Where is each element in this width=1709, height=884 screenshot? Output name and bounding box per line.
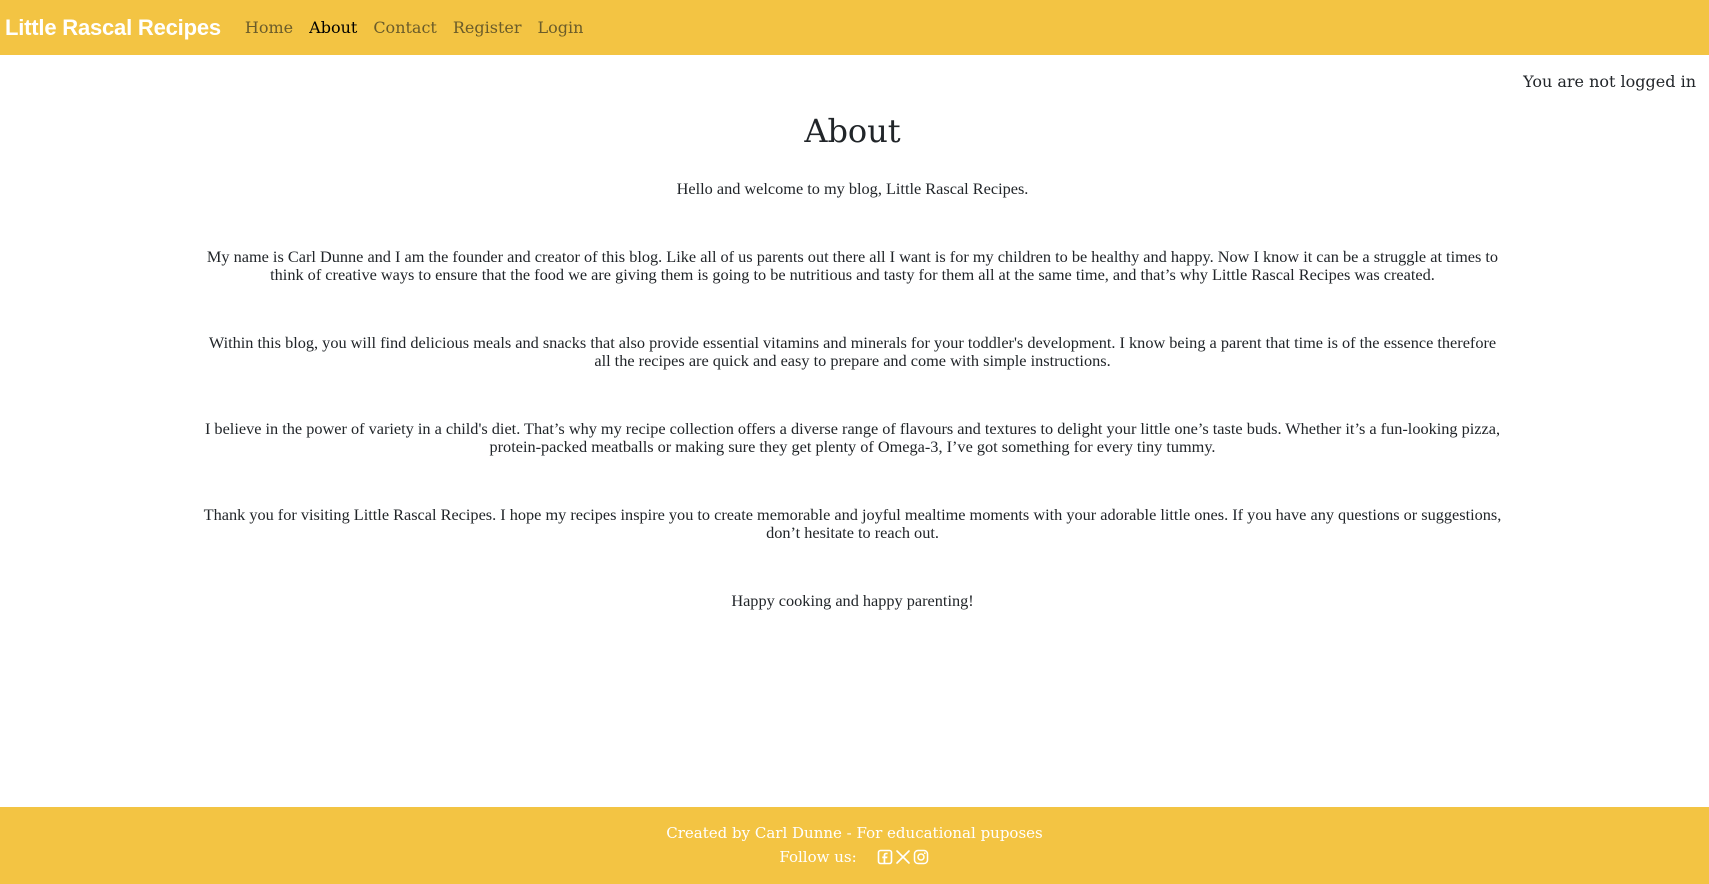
about-paragraph-blog-contents: Within this blog, you will find deliciou… xyxy=(208,333,1497,370)
login-status-text: You are not logged in xyxy=(1523,72,1696,91)
about-paragraph-variety: I believe in the power of variety in a c… xyxy=(204,419,1501,456)
about-content: Hello and welcome to my blog, Little Ras… xyxy=(200,180,1505,660)
top-navbar: Little Rascal Recipes Home About Contact… xyxy=(0,0,1709,55)
nav-link-home[interactable]: Home xyxy=(237,18,301,37)
nav-link-login[interactable]: Login xyxy=(530,18,592,37)
about-paragraph-thanks: Thank you for visiting Little Rascal Rec… xyxy=(203,505,1502,542)
nav-links: Home About Contact Register Login xyxy=(237,18,592,37)
nav-link-contact[interactable]: Contact xyxy=(365,18,445,37)
nav-link-about[interactable]: About xyxy=(301,18,365,37)
brand-logo-link[interactable]: Little Rascal Recipes xyxy=(5,15,221,41)
footer-social: Follow us: xyxy=(0,848,1709,866)
page-footer: Created by Carl Dunne - For educational … xyxy=(0,807,1709,884)
follow-us-label: Follow us: xyxy=(779,848,857,866)
about-paragraph-signoff: Happy cooking and happy parenting! xyxy=(731,591,974,610)
facebook-icon[interactable] xyxy=(877,849,893,865)
footer-credit: Created by Carl Dunne - For educational … xyxy=(666,824,1043,842)
about-paragraph-founder: My name is Carl Dunne and I am the found… xyxy=(206,247,1499,284)
instagram-icon[interactable] xyxy=(913,849,929,865)
about-paragraph-welcome: Hello and welcome to my blog, Little Ras… xyxy=(676,179,1029,198)
page-title: About xyxy=(804,112,901,150)
nav-link-register[interactable]: Register xyxy=(445,18,530,37)
x-twitter-icon[interactable] xyxy=(895,849,911,865)
